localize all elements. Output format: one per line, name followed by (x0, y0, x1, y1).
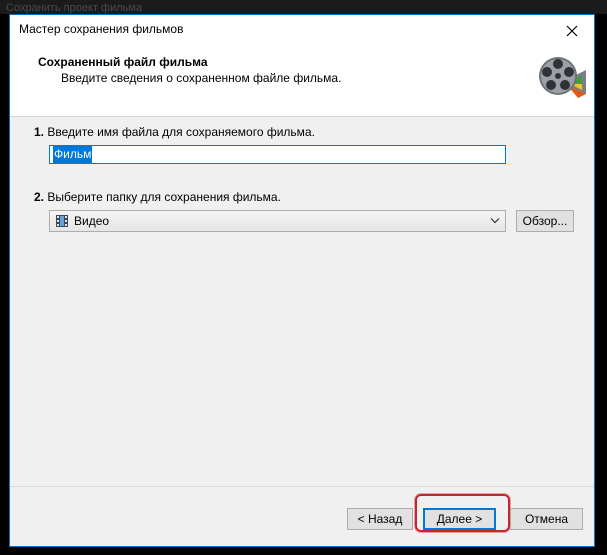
step1-label: 1. Введите имя файла для сохраняемого фи… (34, 125, 315, 139)
wizard-header: Сохраненный файл фильма Введите сведения… (10, 46, 594, 117)
folder-value: Видео (74, 214, 110, 228)
step1-text: Введите имя файла для сохраняемого фильм… (47, 125, 315, 139)
browse-button[interactable]: Обзор... (516, 210, 574, 232)
back-button[interactable]: < Назад (347, 508, 413, 530)
header-title: Сохраненный файл фильма (38, 55, 208, 69)
film-reel-icon (539, 57, 586, 98)
step1-number: 1. (34, 125, 45, 139)
cancel-button[interactable]: Отмена (510, 508, 583, 530)
movie-name-input[interactable]: Фильм (49, 145, 506, 164)
dialog-window: Мастер сохранения фильмов Сохраненный фа… (9, 14, 595, 547)
step2-number: 2. (34, 190, 45, 204)
video-folder-icon (56, 215, 68, 227)
background-strip: Сохранить проект фильма (0, 0, 607, 14)
close-button[interactable] (550, 15, 594, 46)
title-bar: Мастер сохранения фильмов (10, 15, 594, 46)
background-ghost-text: Сохранить проект фильма (6, 2, 143, 14)
step2-label: 2. Выберите папку для сохранения фильма. (34, 190, 281, 204)
header-subtitle: Введите сведения о сохраненном файле фил… (61, 71, 342, 85)
close-icon (566, 25, 578, 36)
next-button[interactable]: Далее > (423, 508, 496, 530)
folder-dropdown[interactable]: Видео (49, 210, 506, 232)
movie-name-value: Фильм (53, 146, 93, 163)
chevron-down-icon (490, 218, 500, 224)
window-title: Мастер сохранения фильмов (19, 22, 184, 36)
footer-divider (10, 486, 594, 487)
step2-text: Выберите папку для сохранения фильма. (47, 190, 281, 204)
